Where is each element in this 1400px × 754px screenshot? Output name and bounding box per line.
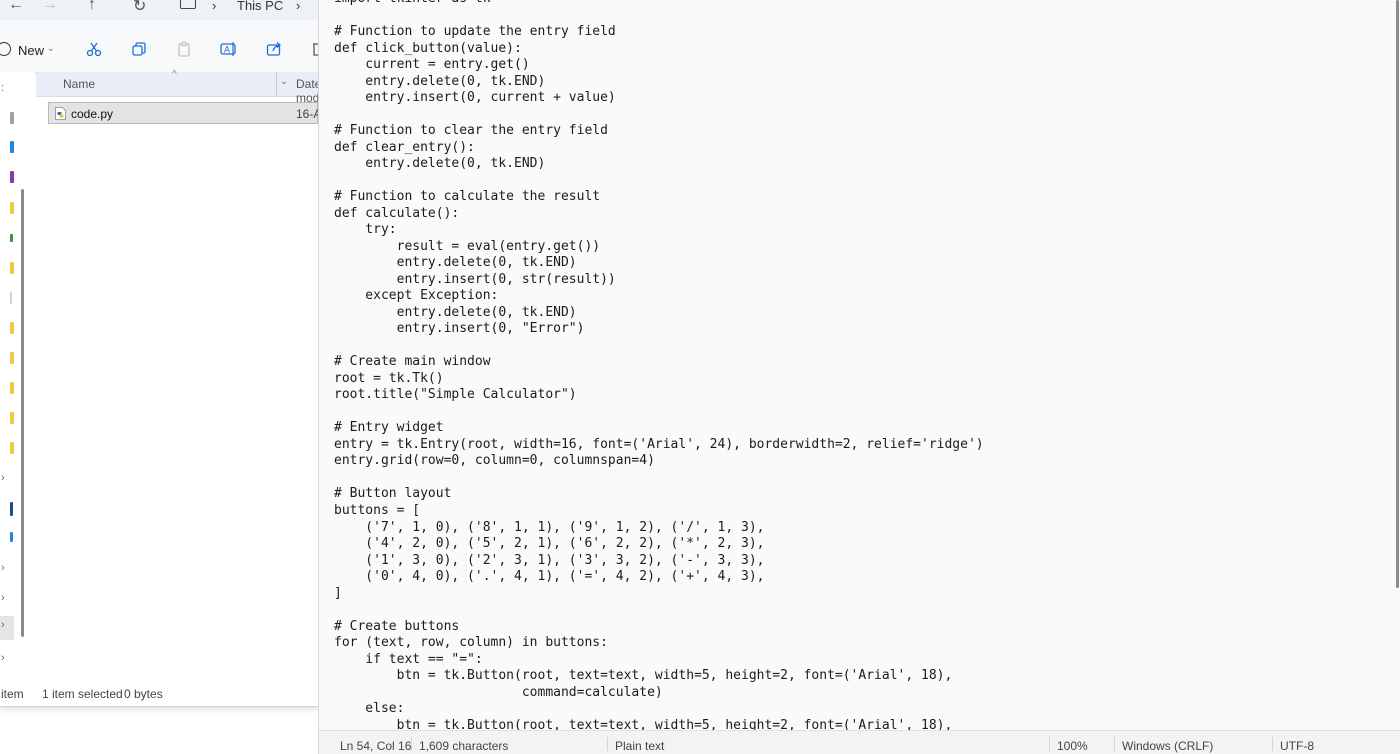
status-text-format[interactable]: Plain text: [615, 739, 664, 753]
chevron-right-icon[interactable]: ›: [1, 592, 5, 604]
status-divider: [1049, 737, 1050, 751]
delete-icon[interactable]: [308, 40, 318, 58]
selected-nav-item[interactable]: ›: [0, 616, 14, 640]
this-pc-icon[interactable]: [180, 0, 196, 9]
status-line-ending[interactable]: Windows (CRLF): [1122, 739, 1213, 753]
quick-access-marker: :: [1, 82, 5, 94]
chevron-right-icon[interactable]: ›: [1, 472, 5, 484]
documents-icon[interactable]: [10, 171, 14, 183]
rename-icon[interactable]: A: [220, 40, 238, 58]
explorer-status-bar: item 1 item selected 0 bytes: [0, 682, 318, 706]
new-button-label: New: [18, 43, 45, 58]
breadcrumb-separator[interactable]: ›: [296, 0, 300, 13]
status-selection: 1 item selected: [42, 687, 123, 701]
status-divider: [411, 737, 412, 751]
chevron-down-icon: ⌄: [47, 43, 55, 53]
drive-icon[interactable]: [10, 502, 13, 516]
vertical-scrollbar[interactable]: [1394, 0, 1400, 730]
text-editor-area[interactable]: import tkinter as tk # Function to updat…: [319, 0, 1394, 730]
divider-icon: [10, 292, 12, 304]
column-header-row: ^ Name ⌄ Date modified: [36, 69, 318, 105]
share-icon[interactable]: [265, 40, 283, 58]
file-list-item[interactable]: code.py 16-A: [48, 102, 318, 124]
navigation-pane[interactable]: : › › › › ›: [0, 72, 34, 682]
cut-icon[interactable]: [85, 40, 103, 58]
notepad-status-bar: Ln 54, Col 16 1,609 characters Plain tex…: [319, 730, 1400, 754]
sort-up-icon: ^: [172, 69, 177, 80]
folder-icon[interactable]: [10, 322, 14, 334]
svg-text:A: A: [224, 45, 230, 55]
folder-icon[interactable]: [10, 262, 14, 274]
status-divider: [1114, 737, 1115, 751]
python-file-icon: [55, 107, 66, 120]
column-header-name[interactable]: Name: [63, 77, 95, 91]
folder-icon[interactable]: [10, 442, 14, 454]
refresh-icon[interactable]: ↻: [133, 0, 146, 16]
code-text[interactable]: import tkinter as tk # Function to updat…: [334, 0, 984, 730]
status-cursor-position[interactable]: Ln 54, Col 16: [340, 739, 411, 753]
back-arrow-icon[interactable]: ←: [8, 0, 24, 14]
folder-icon[interactable]: [10, 382, 14, 394]
breadcrumb-separator: ›: [212, 0, 217, 13]
chevron-right-icon[interactable]: ›: [1, 562, 5, 574]
plus-icon: [0, 42, 11, 56]
notepad-window: import tkinter as tk # Function to updat…: [318, 0, 1400, 754]
scrollbar-thumb[interactable]: [1396, 0, 1399, 588]
file-name: code.py: [71, 107, 114, 121]
status-character-count: 1,609 characters: [419, 739, 509, 753]
chevron-right-icon[interactable]: ›: [1, 652, 5, 664]
explorer-nav-bar: ← → ↑ ↻ › This PC ›: [0, 0, 318, 20]
status-item-count: item: [1, 687, 24, 701]
explorer-command-bar: New ⌄ A: [0, 20, 318, 73]
status-zoom[interactable]: 100%: [1057, 739, 1088, 753]
nav-pane-scrollbar[interactable]: [21, 189, 24, 637]
folder-icon[interactable]: [10, 352, 14, 364]
folder-icon[interactable]: [10, 412, 14, 424]
file-date-modified: 16-A: [296, 107, 318, 121]
folder-icon[interactable]: [10, 202, 14, 214]
column-header-date[interactable]: Date modified: [296, 77, 318, 105]
status-size: 0 bytes: [124, 687, 163, 701]
file-explorer-window: ← → ↑ ↻ › This PC › New ⌄ A: › › › › › …: [0, 0, 318, 707]
status-encoding[interactable]: UTF-8: [1280, 739, 1314, 753]
status-divider: [1272, 737, 1273, 751]
paste-icon[interactable]: [175, 40, 193, 58]
status-divider: [607, 737, 608, 751]
folder-icon[interactable]: [10, 112, 14, 124]
downloads-icon[interactable]: [10, 141, 14, 153]
copy-icon[interactable]: [130, 40, 148, 58]
up-arrow-icon[interactable]: ↑: [88, 0, 96, 14]
forward-arrow-icon[interactable]: →: [42, 0, 58, 14]
chevron-down-icon[interactable]: ⌄: [280, 76, 288, 87]
column-divider[interactable]: [276, 72, 277, 96]
app-icon[interactable]: [10, 234, 13, 242]
drive-icon[interactable]: [10, 532, 13, 542]
breadcrumb-this-pc[interactable]: This PC: [237, 0, 283, 13]
